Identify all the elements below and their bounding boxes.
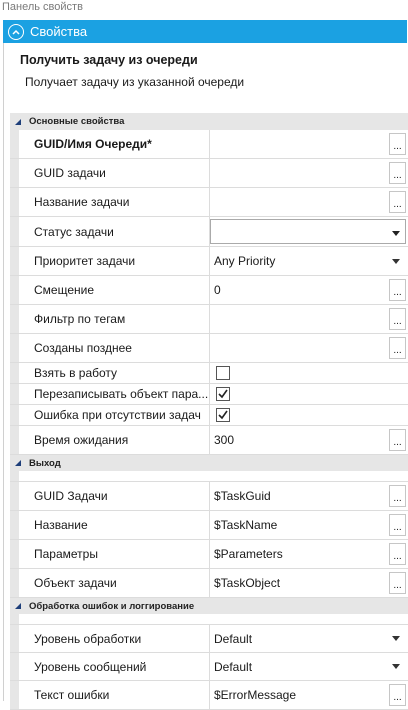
property-row-message-level: Уровень сообщений Default [10,653,408,681]
property-value[interactable]: 0 ... [210,276,408,304]
handling-level-select[interactable]: Default [210,625,408,652]
property-value[interactable]: 300 ... [210,426,408,454]
property-value[interactable]: ... [210,130,408,158]
activity-description: Получает задачу из указанной очереди [25,75,245,89]
property-label: Взять в работу [19,363,210,383]
chevron-down-icon[interactable] [392,225,400,239]
property-row-tag-filter: Фильтр по тегам ... [10,305,408,334]
ellipsis-button[interactable]: ... [389,514,406,536]
section-title: Свойства [30,24,88,39]
property-value [210,405,408,425]
group-label: Обработка ошибок и логгирование [29,600,195,612]
panel-border [3,43,4,701]
ellipsis-button[interactable]: ... [389,162,406,184]
property-label: Параметры [19,540,210,568]
property-value[interactable]: $Parameters ... [210,540,408,568]
chevron-down-icon[interactable] [388,664,404,669]
property-label: Уровень сообщений [19,653,210,680]
ellipsis-button[interactable]: ... [389,485,406,507]
property-row-wait-time: Время ожидания 300 ... [10,426,408,455]
property-value [210,363,408,383]
overwrite-object-checkbox[interactable] [216,387,230,401]
property-value[interactable]: ... [210,188,408,216]
property-label: Время ожидания [19,426,210,454]
chevron-down-icon[interactable] [388,636,404,641]
ellipsis-button[interactable]: ... [389,429,406,451]
group-error-handling[interactable]: Обработка ошибок и логгирование [10,598,408,614]
property-row-task-guid: GUID задачи ... [10,159,408,188]
property-label: Название задачи [19,188,210,216]
property-row-task-guid-out: GUID Задачи $TaskGuid ... [10,481,408,511]
property-row-name-out: Название $TaskName ... [10,511,408,540]
property-row-task-object-out: Объект задачи $TaskObject ... [10,569,408,598]
ellipsis-button[interactable]: ... [389,543,406,565]
chevron-down-icon[interactable] [388,258,404,264]
property-value[interactable]: $TaskObject ... [210,569,408,597]
property-label: Статус задачи [19,217,210,246]
property-row-offset: Смещение 0 ... [10,276,408,305]
property-grid: Основные свойства GUID/Имя Очереди* ... … [10,113,408,710]
property-label: GUID/Имя Очереди* [19,130,210,158]
group-output[interactable]: Выход [10,455,408,471]
ellipsis-button[interactable]: ... [389,308,406,330]
group-main-properties[interactable]: Основные свойства [10,113,408,130]
property-value[interactable]: $TaskGuid ... [210,482,408,510]
property-label: Уровень обработки [19,625,210,652]
message-level-select[interactable]: Default [210,653,408,680]
group-label: Выход [29,457,61,469]
ellipsis-button[interactable]: ... [389,572,406,594]
properties-section-header[interactable]: Свойства [3,20,407,43]
property-label: GUID Задачи [19,482,210,510]
property-label: Приоритет задачи [19,247,210,275]
expand-triangle-icon[interactable] [12,116,24,128]
property-label: Текст ошибки [19,681,210,709]
property-row-task-priority: Приоритет задачи Any Priority [10,247,408,276]
collapse-icon[interactable] [8,23,24,40]
ellipsis-button[interactable]: ... [389,133,406,155]
ellipsis-button[interactable]: ... [389,191,406,213]
expand-triangle-icon[interactable] [12,600,24,612]
property-label: Ошибка при отсутствии задач [19,405,210,425]
expand-triangle-icon[interactable] [12,457,24,469]
ellipsis-button[interactable]: ... [389,279,406,301]
property-row-task-name: Название задачи ... [10,188,408,217]
property-value [210,217,408,246]
property-label: Смещение [19,276,210,304]
property-label: Название [19,511,210,539]
property-value[interactable]: ... [210,305,408,333]
activity-name: Получить задачу из очереди [20,53,198,67]
property-value [210,384,408,404]
property-label: Объект задачи [19,569,210,597]
checkmark-icon [218,410,228,420]
property-row-created-after: Созданы позднее ... [10,334,408,363]
property-label: Фильтр по тегам [19,305,210,333]
property-row-task-status: Статус задачи [10,217,408,247]
property-row-handling-level: Уровень обработки Default [10,624,408,653]
ellipsis-button[interactable]: ... [389,684,406,706]
property-label: Перезаписывать объект пара... [19,384,210,404]
property-row-take-to-work: Взять в работу [10,363,408,384]
priority-select[interactable]: Any Priority [210,247,408,275]
property-row-error-if-empty: Ошибка при отсутствии задач [10,405,408,426]
property-value[interactable]: $TaskName ... [210,511,408,539]
property-value[interactable]: ... [210,159,408,187]
property-row-overwrite-object: Перезаписывать объект пара... [10,384,408,405]
property-row-queue-guid: GUID/Имя Очереди* ... [10,130,408,159]
property-value[interactable]: $ErrorMessage ... [210,681,408,709]
status-select[interactable] [210,219,406,244]
property-row-error-text: Текст ошибки $ErrorMessage ... [10,681,408,710]
error-if-empty-checkbox[interactable] [216,408,230,422]
property-row-params-out: Параметры $Parameters ... [10,540,408,569]
panel-title: Панель свойств [2,1,83,13]
property-value[interactable]: ... [210,334,408,362]
property-label: Созданы позднее [19,334,210,362]
take-to-work-checkbox[interactable] [216,366,230,380]
property-label: GUID задачи [19,159,210,187]
checkmark-icon [218,389,228,399]
ellipsis-button[interactable]: ... [389,337,406,359]
group-label: Основные свойства [29,116,125,127]
